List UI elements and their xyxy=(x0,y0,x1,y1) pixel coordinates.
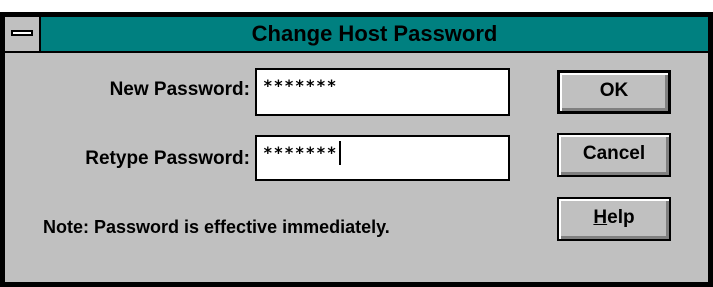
dialog-title: Change Host Password xyxy=(251,21,498,46)
title-bar[interactable]: Change Host Password xyxy=(5,17,708,53)
dialog-window: Change Host Password New Password: *****… xyxy=(0,12,713,287)
ok-button-label: OK xyxy=(599,80,629,101)
new-password-value: ******* xyxy=(263,76,338,95)
new-password-label: New Password: xyxy=(109,79,250,100)
help-button-label: Help xyxy=(593,199,634,237)
system-menu-icon[interactable] xyxy=(5,17,41,51)
retype-password-input[interactable]: ******* xyxy=(255,135,510,181)
dialog-body: Change Host Password New Password: *****… xyxy=(5,17,708,282)
help-button[interactable]: Help xyxy=(557,197,671,241)
retype-password-label: Retype Password: xyxy=(85,148,250,169)
help-label-rest: elp xyxy=(607,207,635,228)
system-menu-bar xyxy=(11,30,33,36)
new-password-input[interactable]: ******* xyxy=(255,68,510,116)
text-caret xyxy=(339,141,342,165)
cancel-button-label: Cancel xyxy=(582,143,646,164)
retype-password-value: ******* xyxy=(263,143,338,162)
note-text: Note: Password is effective immediately. xyxy=(43,217,390,237)
help-mnemonic: H xyxy=(593,207,608,228)
cancel-button[interactable]: Cancel xyxy=(557,133,671,177)
ok-button[interactable]: OK xyxy=(557,70,671,114)
